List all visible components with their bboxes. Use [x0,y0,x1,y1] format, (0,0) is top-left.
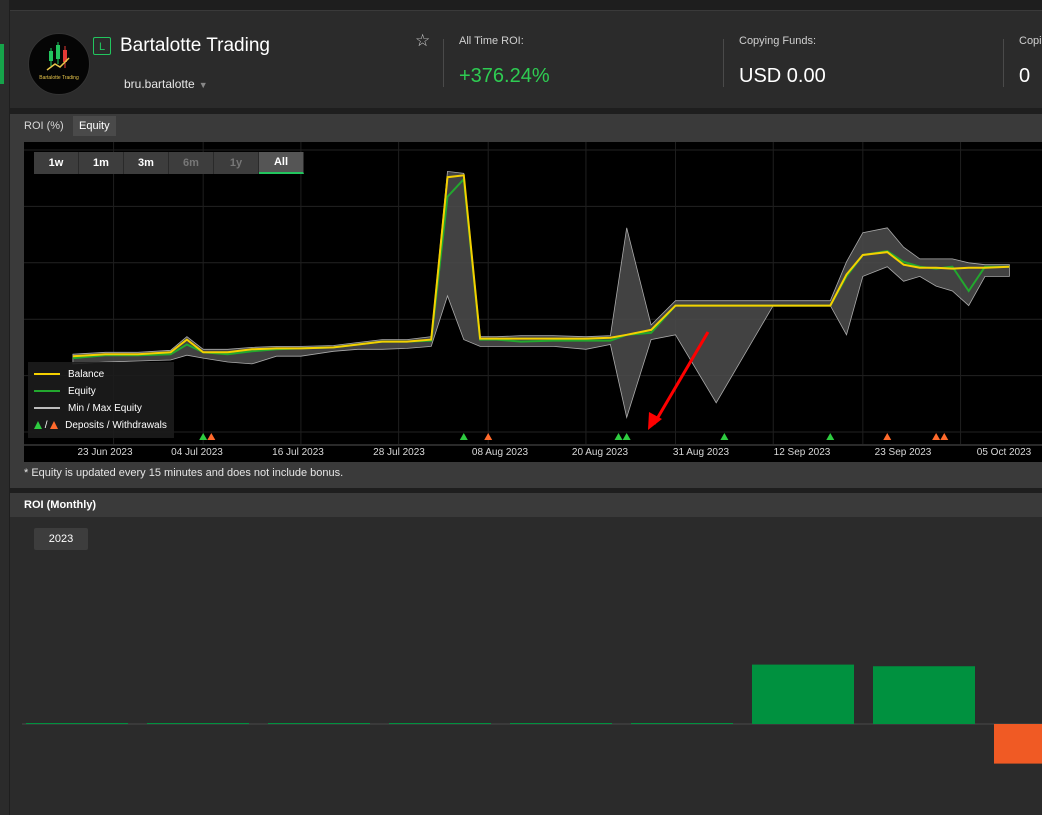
roi-bar-mar [268,723,370,724]
equity-chart[interactable]: 1w 1m 3m 6m 1y All Balance Equity Min / … [24,142,1042,462]
withdrawal-marker [940,433,949,440]
legend-slash: / [44,420,48,431]
username-label: bru.bartalotte [124,77,195,91]
withdrawal-marker [484,433,493,440]
equity-chart-svg [24,142,1042,446]
equity-footnote: * Equity is updated every 15 minutes and… [24,467,344,479]
x-axis-tick: 20 Aug 2023 [571,447,629,458]
balance-swatch [34,373,60,376]
range-1w-button[interactable]: 1w [34,152,79,174]
deposit-marker [199,433,208,440]
roi-monthly-panel: ROI (Monthly) 2023 [10,493,1042,815]
copying-funds-value: USD 0.00 [739,65,826,87]
roi-chart-svg [22,664,1042,764]
legend-minmax-label: Min / Max Equity [68,403,142,414]
x-axis-tick: 08 Aug 2023 [471,447,529,458]
roi-bar-aug [873,666,975,724]
favorite-star-icon[interactable]: ☆ [415,31,430,51]
minmax-swatch [34,407,60,410]
range-all-button[interactable]: All [259,152,304,174]
stat-divider [443,39,444,87]
x-axis-tick: 05 Oct 2023 [976,447,1032,458]
trader-avatar[interactable]: Bartalotte Trading [28,33,90,95]
trader-name: Bartalotte Trading [120,35,270,56]
x-axis-tick: 23 Sep 2023 [874,447,932,458]
trader-header: Bartalotte Trading L Bartalotte Trading … [10,10,1042,108]
min-max-equity-band [72,170,1010,419]
chart-legend: Balance Equity Min / Max Equity / Deposi… [28,362,174,438]
range-1y-button[interactable]: 1y [214,152,259,174]
stat-divider [1003,39,1004,87]
range-selector: 1w 1m 3m 6m 1y All [34,152,304,174]
copiers-value: 0 [1019,65,1031,87]
copying-funds-label: Copying Funds: [739,35,817,47]
x-axis-tick: 04 Jul 2023 [171,447,223,458]
roi-monthly-chart: 2023 [22,518,1042,815]
roi-bar-feb [147,723,249,724]
level-badge: L [93,37,111,55]
deposit-marker [614,433,623,440]
roi-bar-may [510,723,612,724]
deposit-triangle-icon [34,421,42,430]
legend-deposits[interactable]: / Deposits / Withdrawals [34,418,167,434]
x-axis-tick: 31 Aug 2023 [672,447,730,458]
left-sidebar-strip [0,0,9,815]
legend-minmax[interactable]: Min / Max Equity [34,401,142,417]
equity-swatch [34,390,60,393]
legend-equity-label: Equity [68,386,96,397]
legend-equity[interactable]: Equity [34,384,96,400]
x-axis-tick: 16 Jul 2023 [272,447,324,458]
stat-divider [723,39,724,87]
range-3m-button[interactable]: 3m [124,152,169,174]
deposit-marker [459,433,468,440]
all-time-roi-label: All Time ROI: [459,35,524,47]
copiers-label: Copie [1019,35,1042,47]
withdrawal-marker [883,433,892,440]
legend-balance[interactable]: Balance [34,367,104,383]
roi-monthly-title: ROI (Monthly) [10,493,1042,517]
withdrawal-marker [207,433,216,440]
withdrawal-triangle-icon [50,421,59,430]
deposit-marker [720,433,729,440]
x-axis-tick: 12 Sep 2023 [773,447,831,458]
annotation-arrow-icon [652,331,710,425]
candlestick-logo-icon [46,42,70,71]
range-1m-button[interactable]: 1m [79,152,124,174]
tab-equity[interactable]: Equity [73,116,116,136]
deposit-marker [622,433,631,440]
equity-chart-panel: ROI (%) Equity 1w 1m 3m 6m 1y All Balanc… [10,114,1042,488]
username-dropdown[interactable]: bru.bartalotte ▼ [124,77,208,91]
roi-bar-jul [752,664,854,724]
roi-bar-apr [389,723,491,724]
x-axis-tick: 23 Jun 2023 [77,447,133,458]
withdrawal-marker [932,433,941,440]
legend-deposits-label: Deposits / Withdrawals [65,420,167,431]
all-time-roi-value: +376.24% [459,65,550,87]
logo-wordmark: Bartalotte Trading [39,75,79,81]
range-6m-button[interactable]: 6m [169,152,214,174]
tab-roi-percent[interactable]: ROI (%) [18,116,70,136]
deposit-marker [826,433,835,440]
roi-bar-jan [26,723,128,724]
caret-down-icon: ▼ [198,80,208,90]
legend-balance-label: Balance [68,369,105,380]
x-axis-tick: 28 Jul 2023 [373,447,425,458]
roi-bar-sep [994,724,1042,764]
roi-bar-jun [631,723,733,724]
active-indicator [0,44,4,84]
